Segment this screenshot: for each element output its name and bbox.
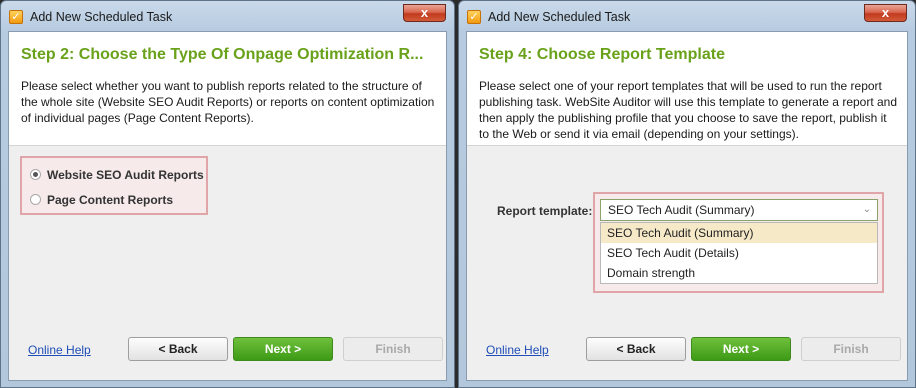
dropdown-option[interactable]: Domain strength [601, 263, 877, 283]
dropdown-option[interactable]: SEO Tech Audit (Summary) [601, 223, 877, 243]
right-dialog-body: Step 4: Choose Report Template Please se… [466, 31, 908, 381]
step-description: Please select whether you want to publis… [21, 79, 435, 125]
selected-template-value: SEO Tech Audit (Summary) [608, 203, 755, 217]
chevron-down-icon: ⌄ [862, 204, 871, 215]
next-button[interactable]: Next > [233, 337, 333, 361]
step-title: Step 2: Choose the Type Of Onpage Optimi… [21, 46, 424, 63]
online-help-link[interactable]: Online Help [486, 343, 549, 357]
left-dialog-window: ✓ Add New Scheduled Task x Step 2: Choos… [0, 0, 455, 388]
right-window-title: Add New Scheduled Task [488, 10, 631, 24]
radio-label: Website SEO Audit Reports [47, 168, 204, 182]
back-button[interactable]: < Back [128, 337, 228, 361]
report-template-label: Report template: [497, 204, 593, 218]
right-dialog-window: ✓ Add New Scheduled Task x Step 4: Choos… [458, 0, 916, 388]
close-button[interactable]: x [403, 4, 446, 22]
checkmark-app-icon: ✓ [9, 10, 23, 24]
left-header-panel: Step 2: Choose the Type Of Onpage Optimi… [9, 32, 446, 146]
checkmark-app-icon: ✓ [467, 10, 481, 24]
back-button[interactable]: < Back [586, 337, 686, 361]
radio-label: Page Content Reports [47, 193, 174, 207]
next-button[interactable]: Next > [691, 337, 791, 361]
radio-page-content[interactable]: Page Content Reports [30, 193, 173, 211]
radio-website-seo-audit[interactable]: Website SEO Audit Reports [30, 168, 204, 186]
finish-button[interactable]: Finish [801, 337, 901, 361]
left-dialog-body: Step 2: Choose the Type Of Onpage Optimi… [8, 31, 447, 381]
right-header-panel: Step 4: Choose Report Template Please se… [467, 32, 907, 146]
close-button[interactable]: x [864, 4, 907, 22]
template-dropdown-list: SEO Tech Audit (Summary) SEO Tech Audit … [600, 222, 878, 284]
step-description: Please select one of your report templat… [479, 79, 898, 141]
step-title: Step 4: Choose Report Template [479, 46, 725, 63]
radio-checked-icon [30, 169, 41, 180]
left-window-title: Add New Scheduled Task [30, 10, 173, 24]
dropdown-option[interactable]: SEO Tech Audit (Details) [601, 243, 877, 263]
radio-unchecked-icon [30, 194, 41, 205]
online-help-link[interactable]: Online Help [28, 343, 91, 357]
right-title-bar[interactable]: ✓ Add New Scheduled Task x [459, 1, 915, 31]
report-type-options: Website SEO Audit Reports Page Content R… [20, 156, 208, 215]
left-title-bar[interactable]: ✓ Add New Scheduled Task x [1, 1, 454, 31]
report-template-select[interactable]: SEO Tech Audit (Summary) ⌄ [600, 199, 878, 221]
finish-button[interactable]: Finish [343, 337, 443, 361]
